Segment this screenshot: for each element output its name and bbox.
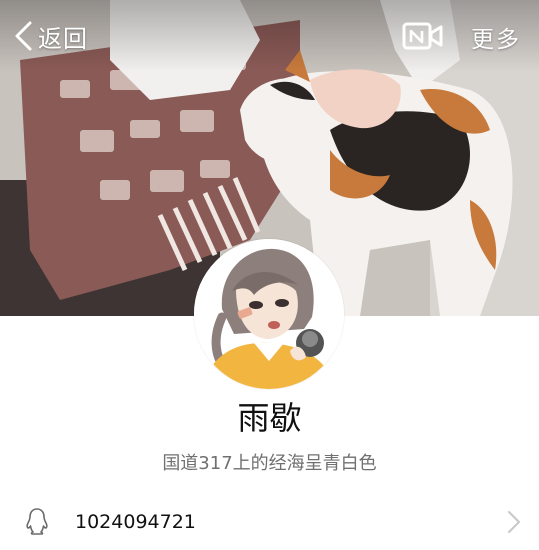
back-button[interactable]: 返回 [12,18,88,54]
qq-penguin-icon [26,508,48,535]
avatar[interactable] [194,239,344,389]
chevron-right-icon [508,511,520,533]
back-label: 返回 [38,24,88,53]
qq-number: 1024094721 [75,511,196,533]
signature: 国道317上的经海呈青白色 [162,453,377,474]
avatar-image [194,239,344,389]
top-bar: 返回 更多 [0,0,539,72]
video-call-icon[interactable] [402,20,444,52]
nickname: 雨歇 [237,399,302,437]
chevron-left-icon [15,21,32,51]
qq-number-row[interactable]: 1024094721 [0,497,539,550]
more-button[interactable]: 更多 [471,20,521,54]
